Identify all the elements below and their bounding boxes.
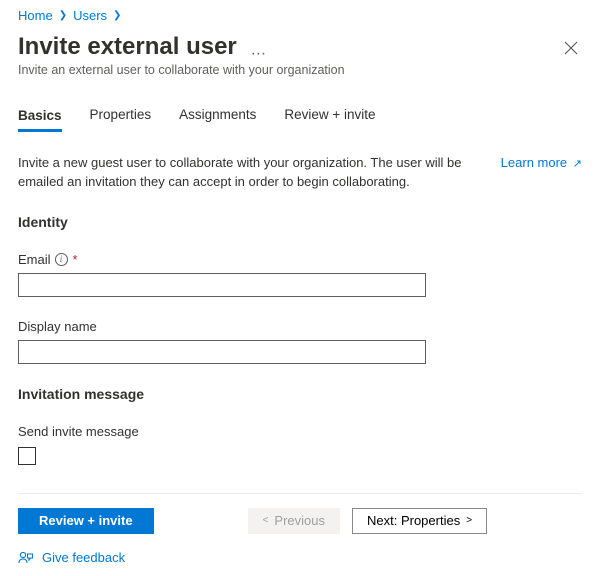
previous-label: Previous bbox=[274, 513, 325, 528]
identity-heading: Identity bbox=[18, 214, 582, 230]
tab-review-invite[interactable]: Review + invite bbox=[284, 101, 375, 131]
next-label: Next: Properties bbox=[367, 513, 460, 528]
chevron-right-icon: ❯ bbox=[57, 10, 69, 21]
learn-more-label: Learn more bbox=[501, 155, 567, 170]
info-icon[interactable]: i bbox=[55, 253, 68, 266]
page-title: Invite external user bbox=[18, 33, 237, 61]
chevron-right-icon: ❯ bbox=[111, 10, 123, 21]
close-button[interactable] bbox=[560, 37, 582, 62]
tab-basics[interactable]: Basics bbox=[18, 102, 62, 132]
email-field[interactable] bbox=[18, 273, 426, 297]
next-button[interactable]: Next: Properties > bbox=[352, 508, 487, 534]
display-name-label: Display name bbox=[18, 319, 582, 334]
display-name-field[interactable] bbox=[18, 340, 426, 364]
display-name-label-text: Display name bbox=[18, 319, 97, 334]
breadcrumb-home[interactable]: Home bbox=[18, 8, 53, 23]
chevron-right-icon: > bbox=[466, 515, 472, 526]
tab-properties[interactable]: Properties bbox=[90, 101, 152, 131]
breadcrumb-users[interactable]: Users bbox=[73, 8, 107, 23]
feedback-icon bbox=[18, 550, 34, 566]
feedback-label: Give feedback bbox=[42, 550, 125, 565]
email-label: Email i * bbox=[18, 252, 582, 267]
email-label-text: Email bbox=[18, 252, 51, 267]
more-actions-button[interactable]: … bbox=[250, 42, 266, 59]
external-link-icon: ↗ bbox=[573, 158, 582, 170]
chevron-left-icon: < bbox=[263, 515, 269, 526]
breadcrumb: Home ❯ Users ❯ bbox=[18, 8, 582, 23]
review-invite-button[interactable]: Review + invite bbox=[18, 508, 154, 534]
send-invite-checkbox[interactable] bbox=[18, 447, 36, 465]
learn-more-link[interactable]: Learn more ↗ bbox=[501, 154, 582, 173]
send-invite-label-text: Send invite message bbox=[18, 424, 139, 439]
required-indicator: * bbox=[73, 252, 78, 267]
send-invite-label: Send invite message bbox=[18, 424, 582, 439]
previous-button: < Previous bbox=[248, 508, 340, 534]
give-feedback-link[interactable]: Give feedback bbox=[18, 550, 582, 566]
page-subtitle: Invite an external user to collaborate w… bbox=[18, 63, 560, 77]
close-icon bbox=[564, 41, 578, 55]
intro-text: Invite a new guest user to collaborate w… bbox=[18, 154, 485, 192]
divider bbox=[18, 493, 582, 494]
tab-assignments[interactable]: Assignments bbox=[179, 101, 256, 131]
invitation-heading: Invitation message bbox=[18, 386, 582, 402]
footer-actions: Review + invite < Previous Next: Propert… bbox=[18, 508, 582, 534]
tabs: Basics Properties Assignments Review + i… bbox=[18, 101, 582, 132]
